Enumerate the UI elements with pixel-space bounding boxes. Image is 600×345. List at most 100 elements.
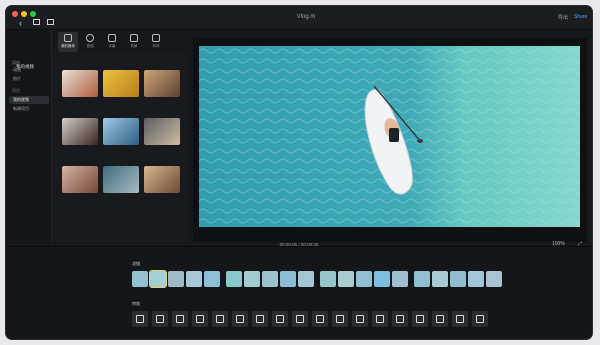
app-window: ‹ Vlog.m 导出 Share 媒体 动画 照片 项目 我的视频 新建项目 … [5,5,593,340]
filter-chip[interactable] [450,271,466,287]
effect-button[interactable] [152,311,168,327]
tab-transitions[interactable]: 转场 [146,32,166,52]
effect-button[interactable] [292,311,308,327]
filter-chip[interactable] [149,270,167,288]
zoom-window-button[interactable] [30,11,36,17]
media-thumbnail[interactable] [103,70,139,97]
filter-chip[interactable] [226,271,242,287]
effect-icon [256,315,264,323]
filter-chip[interactable] [298,271,314,287]
export-button[interactable]: 导出 [558,14,568,21]
sidebar-item-label: 照片 [13,76,21,81]
tab-my-media[interactable]: 我的媒体 [58,32,78,52]
effect-icon [316,315,324,323]
effect-icon [196,315,204,323]
effect-button[interactable] [312,311,328,327]
media-thumbnail[interactable] [62,70,98,97]
effect-button[interactable] [172,311,188,327]
filter-chip[interactable] [244,271,260,287]
tab-titles[interactable]: 字幕 [102,32,122,52]
filter-chip[interactable] [338,271,354,287]
media-section-title: 我的视频 [16,64,34,69]
effect-button[interactable] [372,311,388,327]
filter-chip[interactable] [392,271,408,287]
back-icon[interactable]: ‹ [19,18,22,28]
effect-button[interactable] [132,311,148,327]
effect-icon [416,315,424,323]
tab-backgrounds[interactable]: 背景 [124,32,144,52]
effect-icon [436,315,444,323]
sidebar-section-projects: 项目 [12,88,20,93]
app-title: Vlog.m [296,14,316,20]
effect-button[interactable] [472,311,488,327]
video-preview[interactable] [199,46,580,227]
media-thumbnail[interactable] [144,70,180,97]
media-thumbnail[interactable] [103,118,139,145]
sidebar-item-my-videos[interactable]: 我的视频 [9,96,49,104]
effects-label: 特效 [132,301,140,306]
transition-icon [152,34,160,42]
effect-icon [456,315,464,323]
effect-icon [176,315,184,323]
effect-button[interactable] [432,311,448,327]
sidebar-item-photos[interactable]: 照片 [9,75,49,83]
filter-chip[interactable] [374,271,390,287]
effect-button[interactable] [252,311,268,327]
browser-toggle-icon[interactable] [47,19,54,25]
effect-button[interactable] [272,311,288,327]
effect-button[interactable] [392,311,408,327]
left-sidebar: 媒体 动画 照片 项目 我的视频 新建项目 [6,30,52,242]
effect-button[interactable] [452,311,468,327]
close-window-button[interactable] [12,11,18,17]
effect-icon [396,315,404,323]
share-button[interactable]: Share [574,14,587,20]
media-tabs: 我的媒体 音频 字幕 背景 转场 [58,32,188,52]
effect-button[interactable] [212,311,228,327]
filter-chip[interactable] [132,271,148,287]
effect-icon [276,315,284,323]
filter-chip[interactable] [320,271,336,287]
title-icon [108,34,116,42]
effect-icon [376,315,384,323]
background-icon [130,34,138,42]
filter-chip[interactable] [280,271,296,287]
effect-button[interactable] [412,311,428,327]
media-thumbnail[interactable] [62,166,98,193]
filter-chip[interactable] [204,271,220,287]
sidebar-item-label: 新建项目 [13,106,29,111]
effects-panel: 滤镜 特效 [6,246,592,339]
effect-icon [356,315,364,323]
filter-chip[interactable] [432,271,448,287]
media-thumbnail[interactable] [144,166,180,193]
effect-button[interactable] [232,311,248,327]
effect-icon [216,315,224,323]
effect-icon [336,315,344,323]
effect-icon [136,315,144,323]
media-thumbnail[interactable] [62,118,98,145]
video-frame [199,46,580,227]
sidebar-item-new-project[interactable]: 新建项目 [9,105,49,113]
filter-chip[interactable] [262,271,278,287]
sidebar-item-label: 我的视频 [13,97,29,102]
media-thumbnail[interactable] [103,166,139,193]
filter-chip[interactable] [168,271,184,287]
filters-label: 滤镜 [132,261,140,266]
filter-chip[interactable] [468,271,484,287]
effect-icon [476,315,484,323]
filter-chip[interactable] [414,271,430,287]
effect-icon [296,315,304,323]
media-thumbnail[interactable] [144,118,180,145]
effect-button[interactable] [192,311,208,327]
audio-icon [86,34,94,42]
title-bar: ‹ Vlog.m 导出 Share [6,6,592,30]
media-icon [64,34,72,42]
filter-chip[interactable] [186,271,202,287]
filter-chip[interactable] [356,271,372,287]
effect-button[interactable] [352,311,368,327]
filter-chip[interactable] [486,271,502,287]
minimize-window-button[interactable] [21,11,27,17]
effect-icon [236,315,244,323]
effect-button[interactable] [332,311,348,327]
tab-audio[interactable]: 音频 [80,32,100,52]
sidebar-toggle-icon[interactable] [33,19,40,25]
